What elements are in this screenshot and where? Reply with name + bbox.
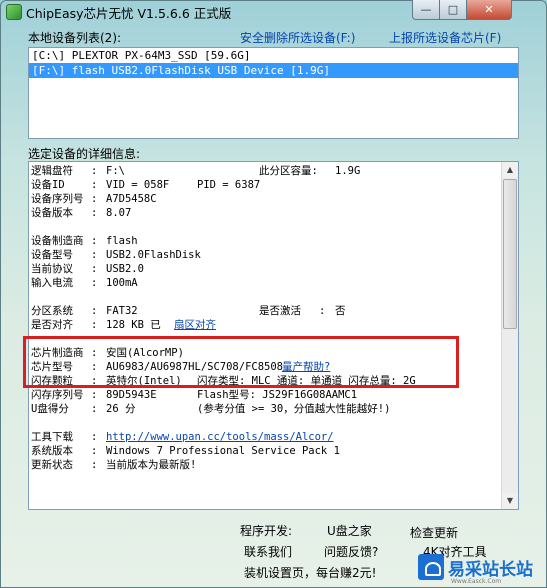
device-item-f[interactable]: [F:\] flash USB2.0FlashDisk USB Device […: [29, 63, 518, 78]
scroll-down-icon[interactable]: ▼: [502, 493, 518, 509]
detail-sep: :: [91, 207, 98, 219]
detail-key: 闪存序列号: [31, 389, 84, 401]
watermark-logo-icon: [418, 554, 444, 580]
window-title: ChipEasy芯片无忧 V1.5.6.6 正式版: [26, 6, 232, 21]
minimize-button[interactable]: —: [412, 0, 440, 20]
detail-value2: 1.9G: [335, 165, 361, 177]
device-item-c[interactable]: [C:\] PLEXTOR PX-64M3_SSD [59.6G]: [29, 48, 518, 63]
detail-key2: (参考分值 >= 30，分值越大性能越好!): [197, 403, 391, 415]
detail-value: 89D5943E: [106, 389, 157, 401]
detail-sep: :: [91, 459, 98, 471]
safe-remove-link[interactable]: 安全删除所选设备(F:): [240, 29, 355, 46]
install-nav-link[interactable]: 装机设置页，每台赚2元!: [244, 564, 376, 581]
tool-download-link[interactable]: http://www.upan.cc/tools/mass/Alcor/: [106, 431, 334, 443]
detail-key: 是否对齐: [31, 319, 73, 331]
detail-sep: :: [91, 249, 98, 261]
report-chip-link[interactable]: 上报所选设备芯片(F): [389, 29, 501, 46]
title-bar: ChipEasy芯片无忧 V1.5.6.6 正式版 — □ ✕: [0, 0, 547, 22]
watermark-subtext: Www.Easck.Com: [451, 578, 502, 585]
detail-value: 100mA: [106, 277, 138, 289]
detail-sep: :: [91, 389, 98, 401]
detail-sep: :: [91, 179, 98, 191]
detail-value: A7D5458C: [106, 193, 157, 205]
detail-key: U盘得分: [31, 403, 69, 415]
detail-value: 8.07: [106, 207, 132, 219]
detail-value: VID = 058F: [106, 179, 170, 191]
detail-value2: 否: [335, 305, 346, 317]
chip-info-highlight-box: [23, 336, 459, 388]
detail-key2: 此分区容量:: [259, 165, 318, 177]
device-list[interactable]: [C:\] PLEXTOR PX-64M3_SSD [59.6G] [F:\] …: [28, 47, 519, 139]
feedback-link[interactable]: 问题反馈?: [324, 543, 378, 560]
detail-key2: PID = 6387: [197, 179, 261, 191]
detail-key: 设备制造商: [31, 235, 84, 247]
detail-sep: :: [91, 445, 98, 457]
detail-value: Windows 7 Professional Service Pack 1: [106, 445, 340, 457]
detail-key: 当前协议: [31, 263, 73, 275]
detail-key: 设备序列号: [31, 193, 84, 205]
contact-us-link[interactable]: 联系我们: [244, 543, 292, 560]
close-button[interactable]: ✕: [466, 0, 512, 20]
detail-sep2: :: [319, 305, 326, 317]
detail-key: 设备型号: [31, 249, 73, 261]
detail-key: 系统版本: [31, 445, 73, 457]
detail-value: 26 分: [106, 403, 136, 415]
scroll-thumb[interactable]: [503, 179, 517, 329]
device-list-label: 本地设备列表(2):: [28, 31, 122, 45]
detail-sep: :: [91, 235, 98, 247]
detail-value: flash: [106, 235, 138, 247]
detail-key: 逻辑盘符: [31, 165, 73, 177]
details-label: 选定设备的详细信息:: [28, 147, 141, 161]
detail-value: F:\: [106, 165, 125, 177]
check-update-link[interactable]: 检查更新: [410, 524, 458, 541]
detail-key: 工具下载: [31, 431, 73, 443]
detail-sep: :: [91, 263, 98, 275]
detail-key2: 是否激活: [259, 305, 301, 317]
detail-sep: :: [91, 305, 98, 317]
detail-key: 更新状态: [31, 459, 73, 471]
detail-value: 128 KB 已: [106, 319, 161, 331]
developer-label: 程序开发:: [240, 524, 293, 538]
detail-sep: :: [91, 319, 98, 331]
scroll-up-icon[interactable]: ▲: [502, 162, 518, 178]
maximize-button[interactable]: □: [439, 0, 467, 20]
detail-key: 设备ID: [31, 179, 65, 191]
detail-value: USB2.0FlashDisk: [106, 249, 201, 261]
detail-sep: :: [91, 277, 98, 289]
detail-key: 分区系统: [31, 305, 73, 317]
detail-key: 设备版本: [31, 207, 73, 219]
detail-sep: :: [91, 403, 98, 415]
detail-sep: :: [91, 431, 98, 443]
detail-value: 当前版本为最新版!: [106, 459, 197, 471]
detail-sep: :: [91, 193, 98, 205]
detail-sep: :: [91, 165, 98, 177]
details-scrollbar[interactable]: ▲ ▼: [501, 162, 518, 509]
watermark-text: 易采站长站: [448, 559, 533, 580]
site-watermark: 易采站长站: [418, 554, 533, 580]
detail-key2: Flash型号: JS29F16G08AAMC1: [197, 389, 358, 401]
detail-value: USB2.0: [106, 263, 144, 275]
detail-value: FAT32: [106, 305, 138, 317]
upan-home-link[interactable]: U盘之家: [327, 522, 372, 539]
app-icon: [6, 4, 22, 20]
detail-key: 输入电流: [31, 277, 73, 289]
sector-align-link[interactable]: 扇区对齐: [174, 319, 216, 331]
